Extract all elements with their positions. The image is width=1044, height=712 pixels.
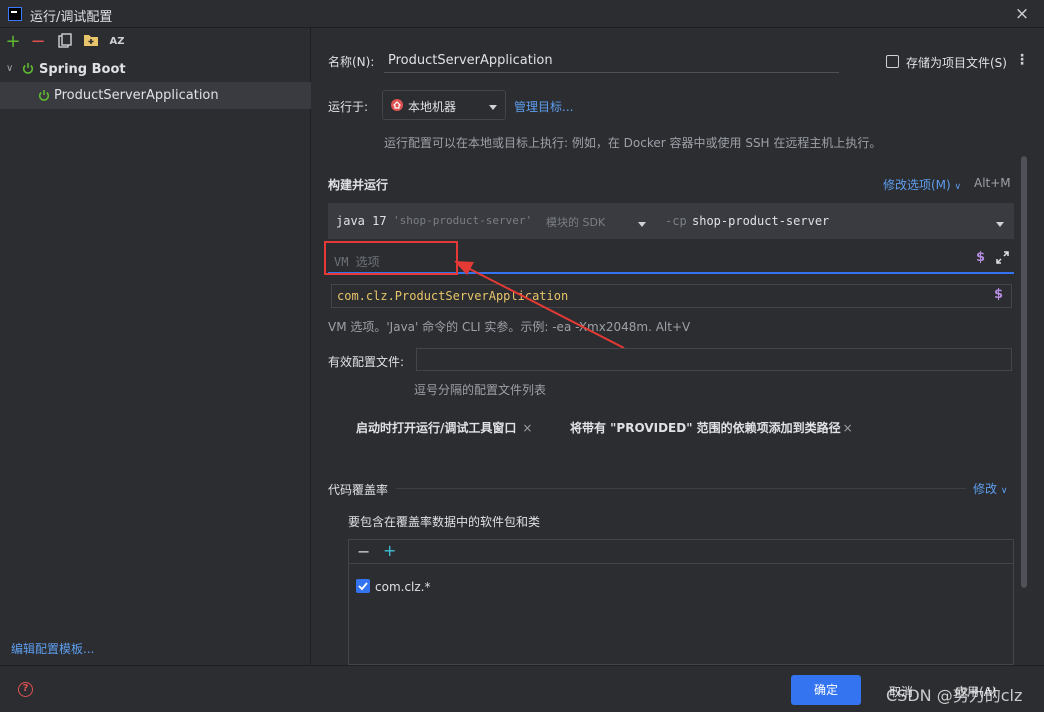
run-on-hint: 运行配置可以在本地或目标上执行: 例如，在 Docker 容器中或使用 SSH …: [384, 136, 882, 150]
add-pattern-icon[interactable]: +: [383, 541, 396, 560]
option-chip-label: 启动时打开运行/调试工具窗口: [356, 421, 517, 435]
insert-macro-icon[interactable]: $: [994, 287, 1003, 302]
manage-targets-link[interactable]: 管理目标...: [514, 98, 573, 115]
insert-macro-icon[interactable]: $: [976, 250, 985, 265]
app-logo-icon: [8, 7, 22, 21]
jdk-chevron-down-icon[interactable]: [637, 217, 647, 231]
copy-configuration-icon[interactable]: [56, 33, 74, 51]
coverage-modify-link[interactable]: 修改 ∨: [973, 480, 1007, 497]
remove-chip-icon[interactable]: ×: [843, 421, 853, 435]
spring-boot-power-icon: [38, 89, 50, 105]
close-button[interactable]: ×: [1012, 4, 1032, 24]
active-profiles-hint: 逗号分隔的配置文件列表: [414, 383, 547, 397]
chevron-down-icon: [488, 100, 498, 114]
remove-chip-icon[interactable]: ×: [522, 421, 532, 435]
vm-options-highlight-box: [324, 241, 458, 275]
editor-scrollbar[interactable]: [1021, 156, 1027, 588]
coverage-patterns-toolbar: − +: [349, 540, 1013, 564]
coverage-divider: [396, 488, 966, 489]
tree-item-product-server-application[interactable]: ProductServerApplication: [0, 82, 311, 109]
modify-options-link[interactable]: 修改选项(M) ∨: [883, 176, 961, 193]
name-field[interactable]: ProductServerApplication: [384, 48, 839, 73]
local-machine-icon: [390, 98, 404, 115]
jdk-module-suffix: 模块的 SDK: [546, 216, 606, 229]
jdk-version: java 17: [336, 214, 387, 228]
classpath-chevron-down-icon[interactable]: [995, 217, 1005, 231]
edit-configuration-templates-link[interactable]: 编辑配置模板...: [11, 640, 94, 657]
sort-alphabetically-icon[interactable]: AZ: [108, 33, 126, 51]
tree-item-label: ProductServerApplication: [54, 88, 219, 103]
build-run-section-title: 构建并运行: [328, 178, 389, 192]
coverage-section-title: 代码覆盖率: [328, 483, 389, 497]
pattern-checkbox[interactable]: [356, 579, 370, 593]
option-chip-add-provided-dependencies: 将带有 "PROVIDED" 范围的依赖项添加到类路径 ×: [570, 419, 853, 436]
chevron-down-icon[interactable]: ∨: [6, 63, 13, 74]
classpath-flag: -cp: [665, 214, 687, 228]
classpath-value: shop-product-server: [692, 214, 830, 228]
jdk-module: 'shop-product-server': [393, 214, 533, 227]
new-folder-icon[interactable]: [82, 33, 100, 51]
remove-configuration-icon[interactable]: −: [29, 33, 47, 51]
chevron-down-icon: ∨: [1000, 486, 1008, 496]
modify-options-shortcut: Alt+M: [974, 176, 1011, 190]
spring-boot-power-icon: [22, 62, 34, 78]
ok-button[interactable]: 确定: [791, 675, 861, 705]
add-configuration-icon[interactable]: +: [4, 33, 22, 51]
jdk-classpath-selector[interactable]: java 17 'shop-product-server' 模块的 SDK -c…: [328, 203, 1014, 239]
name-label: 名称(N):: [328, 55, 375, 69]
run-on-value: 本地机器: [408, 100, 457, 114]
active-profiles-label: 有效配置文件:: [328, 355, 405, 369]
expand-icon[interactable]: [996, 251, 1009, 267]
more-options-icon[interactable]: ⋮: [1015, 52, 1029, 68]
csdn-watermark: CSDN @努力的clz: [886, 686, 1023, 705]
run-on-dropdown[interactable]: 本地机器: [382, 90, 506, 120]
tree-item-spring-boot[interactable]: ∨ Spring Boot: [0, 57, 311, 83]
pattern-label: com.clz.*: [375, 580, 431, 594]
chevron-down-icon: ∨: [954, 182, 962, 192]
active-profiles-field[interactable]: [416, 348, 1012, 371]
coverage-patterns-list: − + com.clz.*: [348, 539, 1014, 665]
annotation-arrow-icon: [454, 261, 625, 349]
tree-item-label: Spring Boot: [39, 62, 126, 77]
configuration-tree-panel: + − AZ ∨ Spring Boot ProductServerApplic…: [0, 28, 311, 665]
coverage-include-label: 要包含在覆盖率数据中的软件包和类: [348, 515, 541, 529]
dialog-footer: ? 确定 取消 应用(A) CSDN @努力的clz: [0, 665, 1044, 712]
name-value: ProductServerApplication: [388, 53, 553, 68]
option-chip-open-run-tool-window: 启动时打开运行/调试工具窗口 ×: [356, 419, 532, 436]
coverage-modify-label: 修改: [973, 482, 998, 496]
configuration-editor: 名称(N): ProductServerApplication 存储为项目文件(…: [312, 28, 1044, 665]
store-as-project-file-checkbox[interactable]: [886, 55, 899, 68]
store-as-project-file-label: 存储为项目文件(S): [906, 56, 1007, 70]
title-bar: 运行/调试配置 ×: [0, 0, 1044, 28]
main-class-field[interactable]: com.clz.ProductServerApplication $: [331, 284, 1012, 308]
option-chip-label: 将带有 "PROVIDED" 范围的依赖项添加到类路径: [570, 421, 841, 435]
window-title: 运行/调试配置: [30, 10, 113, 25]
run-on-label: 运行于:: [328, 100, 369, 114]
help-icon[interactable]: ?: [18, 682, 33, 697]
modify-options-label: 修改选项(M): [883, 178, 951, 192]
remove-pattern-icon[interactable]: −: [357, 542, 370, 561]
